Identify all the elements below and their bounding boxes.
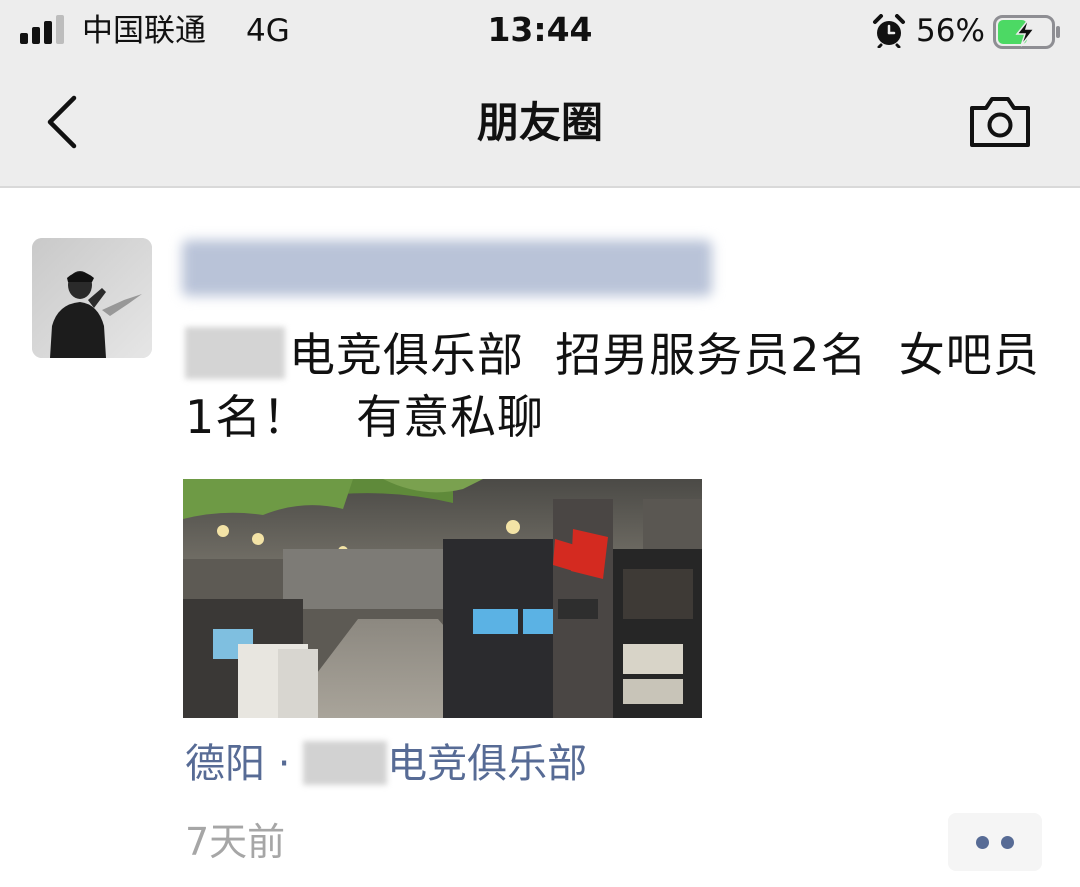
avatar-photo xyxy=(32,238,152,358)
more-dots-icon xyxy=(1001,836,1014,849)
post-body: 电竞俱乐部 招男服务员2名 女吧员1名！ 有意私聊 xyxy=(185,328,1040,444)
post-text: 电竞俱乐部 招男服务员2名 女吧员1名！ 有意私聊 xyxy=(185,324,1045,448)
location-city: 德阳 · xyxy=(185,741,304,787)
battery-percentage: 56% xyxy=(916,13,985,49)
avatar[interactable] xyxy=(32,238,152,358)
nickname-redacted[interactable] xyxy=(182,240,712,296)
post-photo[interactable] xyxy=(183,479,702,718)
redacted-location-name xyxy=(303,741,388,785)
alarm-clock-icon xyxy=(873,14,905,48)
camera-icon[interactable] xyxy=(968,94,1032,150)
more-dots-icon xyxy=(976,836,989,849)
post-location[interactable]: 德阳 · 电竞俱乐部 xyxy=(185,736,587,792)
more-actions-button[interactable] xyxy=(948,813,1042,871)
post-time: 7天前 xyxy=(185,820,286,864)
status-bar: 中国联通 4G 13:44 56% xyxy=(0,0,1080,62)
redacted-name xyxy=(185,327,285,379)
battery-charging-icon xyxy=(993,15,1060,49)
page-title: 朋友圈 xyxy=(476,98,603,147)
esports-venue-photo xyxy=(183,479,702,718)
location-venue: 电竞俱乐部 xyxy=(387,741,588,787)
nav-bar: 朋友圈 xyxy=(0,62,1080,188)
